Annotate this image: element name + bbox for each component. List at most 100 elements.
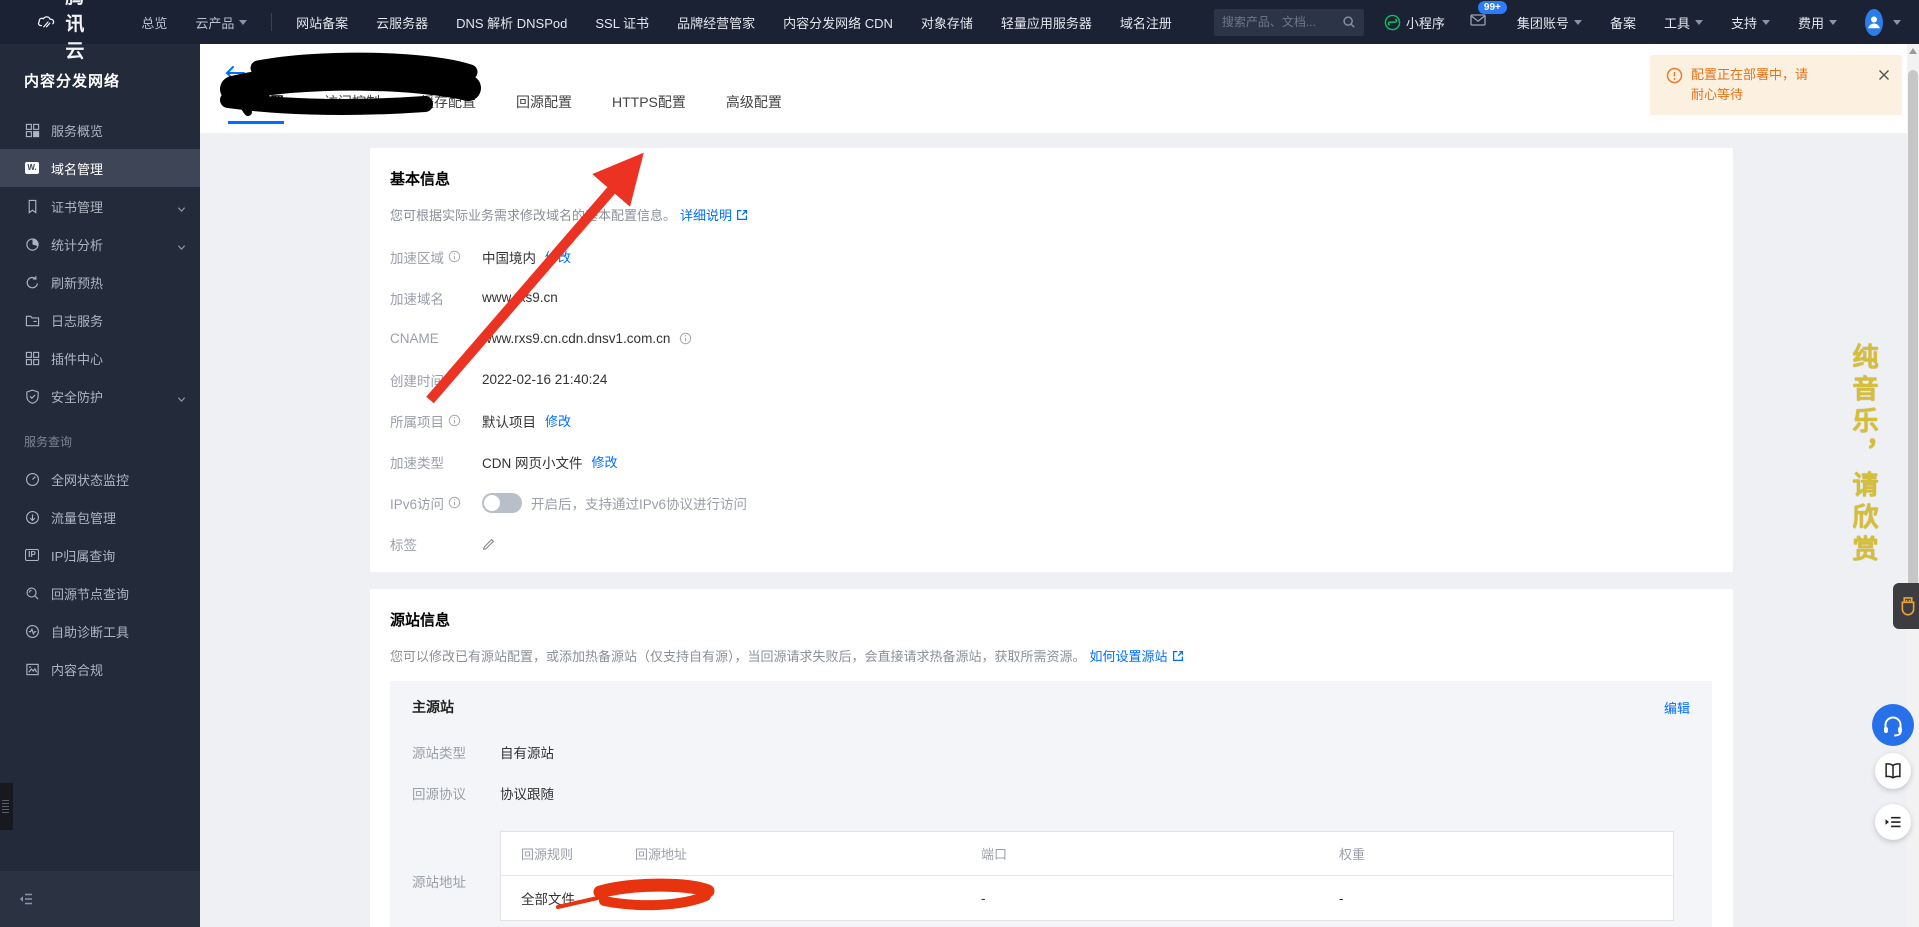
open-book-icon [1883,761,1903,781]
back-arrow-icon[interactable] [224,64,246,82]
sidebar-item-plugin-center[interactable]: 插件中心 [0,339,200,377]
search-input[interactable] [1222,15,1342,29]
detail-doc-link[interactable]: 详细说明 [680,205,732,224]
sidebar-item-content-compliance[interactable]: 内容合规 [0,650,200,688]
col-header-port: 端口 [981,844,1339,863]
info-icon[interactable] [448,250,461,263]
sidebar-item-security-protection[interactable]: 安全防护 [0,377,200,415]
topnav-item-lighthouse[interactable]: 轻量应用服务器 [1001,13,1092,32]
sidebar-item-service-overview[interactable]: 服务概览 [0,111,200,149]
ipv6-toggle[interactable] [482,493,522,513]
refresh-icon [24,274,40,290]
sidebar-item-purge-prefetch[interactable]: 刷新预热 [0,263,200,301]
page-scrollbar[interactable] [1907,44,1919,927]
scrollbar-thumb[interactable] [1908,70,1918,605]
edit-pencil-icon[interactable] [482,537,496,551]
sidebar-item-traffic-package[interactable]: 流量包管理 [0,498,200,536]
search-box[interactable] [1214,9,1364,36]
tab-origin-config[interactable]: 回源配置 [516,92,572,124]
topnav-item-support[interactable]: 支持 [1731,13,1770,32]
info-icon[interactable] [448,414,461,427]
field-value: 2022-02-16 21:40:24 [482,372,607,387]
topnav-item-dnspod[interactable]: DNS 解析 DNSPod [456,13,567,32]
support-label: 支持 [1731,13,1757,32]
tab-access-control[interactable]: 访问控制 [324,92,380,124]
topnav-item-domain-reg[interactable]: 域名注册 [1120,13,1172,32]
field-label: 源站类型 [412,742,466,762]
documentation-button[interactable] [1875,753,1911,789]
close-icon[interactable] [1878,65,1890,105]
sidebar-item-label: 安全防护 [51,387,103,406]
ip-icon-text: IP [25,549,39,561]
external-link-icon[interactable] [1172,650,1184,662]
scrollbar-up-arrow[interactable] [1909,48,1917,54]
sidebar-item-label: 日志服务 [51,311,103,330]
external-link-icon[interactable] [736,209,748,221]
modify-type-link[interactable]: 修改 [592,452,618,471]
message-center-button[interactable]: 99+ [1469,12,1487,33]
topnav-item-cvm[interactable]: 云服务器 [376,13,428,32]
envelope-icon [1469,12,1487,28]
customer-service-button[interactable] [1872,704,1914,746]
caret-down-icon [1695,20,1703,25]
modify-region-link[interactable]: 修改 [545,247,571,266]
topnav-item-cdn[interactable]: 内容分发网络 CDN [783,13,893,32]
field-label: 回源协议 [412,783,466,803]
sidebar-item-network-status-monitor[interactable]: 全网状态监控 [0,460,200,498]
sidebar-item-statistics[interactable]: 统计分析 [0,225,200,263]
edit-origin-link[interactable]: 编辑 [1664,698,1690,717]
col-header-origin-address: 回源地址 [635,844,981,863]
video-watermark-text: 纯音乐，请欣赏 [1846,343,1883,567]
sidebar-item-domain-management[interactable]: W. 域名管理 [0,149,200,187]
sidebar-item-self-diagnostic[interactable]: 自助诊断工具 [0,612,200,650]
minimized-side-widget[interactable] [0,783,13,830]
topnav-item-billing[interactable]: 费用 [1798,13,1837,32]
usb-extension-widget[interactable] [1893,583,1919,629]
topnav-item-overview[interactable]: 总览 [141,13,167,32]
tab-cache-config[interactable]: 缓存配置 [420,92,476,124]
how-to-set-origin-link[interactable]: 如何设置源站 [1090,646,1168,665]
sidebar-item-ip-lookup[interactable]: IP IP归属查询 [0,536,200,574]
sidebar-item-certificate-management[interactable]: 证书管理 [0,187,200,225]
sidebar-item-label: 自助诊断工具 [51,622,129,641]
modify-project-link[interactable]: 修改 [545,411,571,430]
sidebar: 内容分发网络 服务概览 W. 域名管理 证书管理 统计分析 [0,44,200,927]
sidebar-item-label: 插件中心 [51,349,103,368]
topnav-item-cos[interactable]: 对象存储 [921,13,973,32]
tab-basic-config[interactable]: 基础配置 [228,92,284,124]
sidebar-item-origin-node-query[interactable]: 回源节点查询 [0,574,200,612]
topnav-item-mini-program[interactable]: 小程序 [1384,13,1445,32]
primary-origin-fields: 源站类型 自有源站 回源协议 协议跟随 源站地址 回源规则 回源地址 [412,731,1712,921]
tencent-cloud-logo[interactable]: 腾讯云 [0,0,127,63]
origin-table-row: 全部文件 - - [501,876,1673,920]
info-icon[interactable] [448,496,461,509]
basic-info-desc-text: 您可根据实际业务需求修改域名的基本配置信息。 [390,205,676,224]
topnav-item-cloud-products[interactable]: 云产品 [195,13,247,32]
topnav-item-group-account[interactable]: 集团账号 [1517,13,1582,32]
search-icon[interactable] [1342,15,1356,29]
tab-https-config[interactable]: HTTPS配置 [612,92,686,124]
sidebar-item-label: 域名管理 [51,159,103,178]
field-label: 加速类型 [390,452,444,472]
topnav-item-tools[interactable]: 工具 [1664,13,1703,32]
field-row-acceleration-domain: 加速域名 www.rxs9.cn [390,277,1733,318]
survey-list-button[interactable] [1875,804,1911,840]
field-label: 加速域名 [390,288,444,308]
sidebar-item-log-service[interactable]: 日志服务 [0,301,200,339]
info-icon[interactable] [679,332,692,345]
topnav-item-website-beian[interactable]: 网站备案 [296,13,348,32]
sidebar-item-label: 统计分析 [51,235,103,254]
usb-icon [1898,593,1918,619]
playlist-icon [1883,812,1903,832]
collapse-sidebar-icon[interactable] [18,891,34,907]
user-avatar[interactable] [1865,9,1883,36]
diagnostic-pulse-icon [24,623,40,639]
topnav-item-beian[interactable]: 备案 [1610,13,1636,32]
tab-advanced-config[interactable]: 高级配置 [726,92,782,124]
caret-down-icon[interactable] [1893,20,1901,25]
topnav-item-ssl[interactable]: SSL 证书 [595,13,649,32]
sidebar-item-label: 全网状态监控 [51,470,129,489]
deployment-toast: 配置正在部署中，请耐心等待 [1650,55,1902,115]
topnav-item-brand-manager[interactable]: 品牌经营管家 [677,13,755,32]
ipv6-hint: 开启后，支持通过IPv6协议进行访问 [531,493,747,513]
